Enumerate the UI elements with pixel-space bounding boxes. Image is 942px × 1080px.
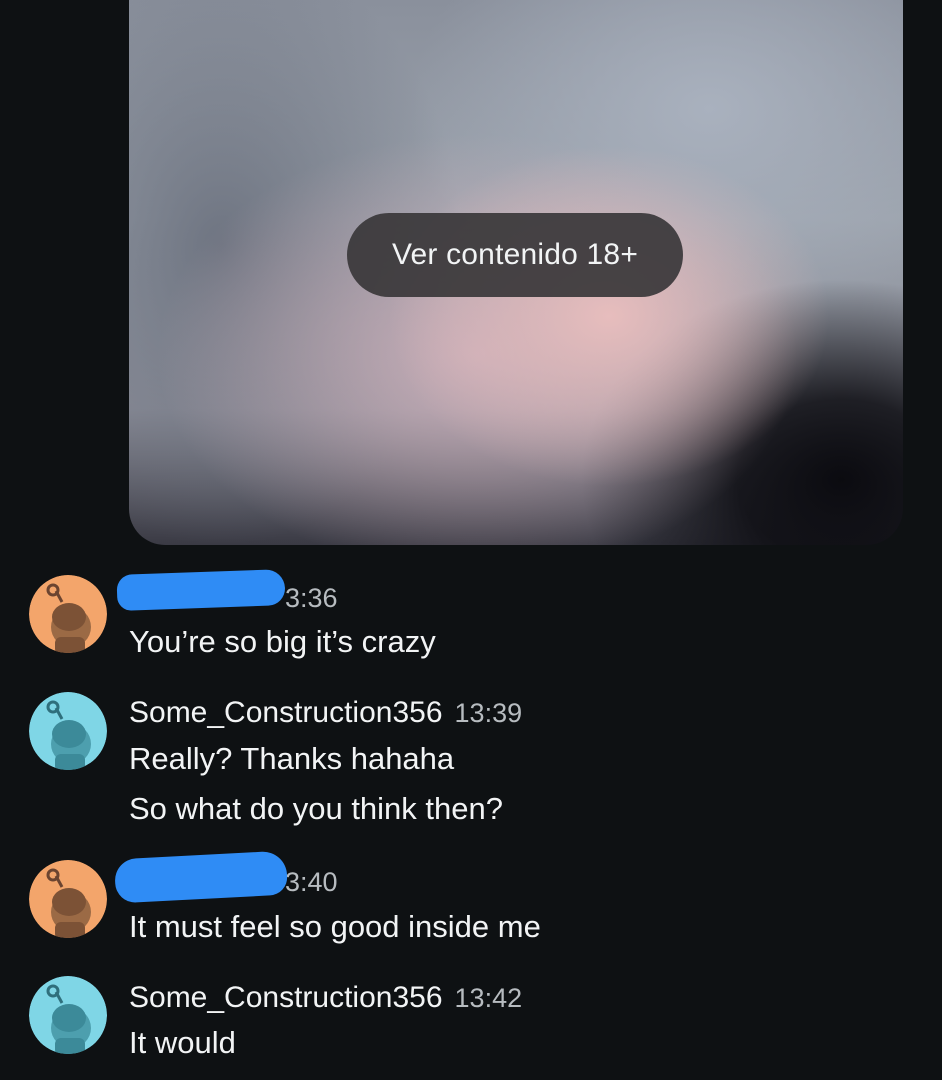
snoo-avatar-icon[interactable] — [29, 976, 107, 1054]
message-text: It must feel so good inside me — [129, 909, 541, 944]
redaction-mark — [116, 569, 286, 611]
snoo-avatar-icon[interactable] — [29, 692, 107, 770]
timestamp: 13:42 — [454, 982, 523, 1013]
message-text: You’re so big it’s crazy — [129, 624, 436, 659]
chat-thread: Ver contenido 18+ 3:36 You’re so big it’… — [0, 0, 942, 1080]
message-text: It would — [129, 1025, 236, 1060]
message-header: Some_Construction356 13:42 — [129, 978, 522, 1018]
username[interactable]: Some_Construction356 — [129, 696, 443, 730]
view-nsfw-content-button[interactable]: Ver contenido 18+ — [347, 213, 683, 297]
blurred-media-attachment[interactable]: Ver contenido 18+ — [129, 0, 903, 545]
message-header: Some_Construction356 13:39 — [129, 693, 522, 733]
redaction-mark — [113, 850, 289, 904]
timestamp: 3:36 — [285, 582, 338, 613]
timestamp: 13:39 — [454, 697, 523, 728]
timestamp: 3:40 — [285, 866, 338, 897]
username[interactable]: Some_Construction356 — [129, 981, 443, 1015]
snoo-avatar-icon[interactable] — [29, 575, 107, 653]
message-text: So what do you think then? — [129, 791, 503, 826]
message-text: Really? Thanks hahaha — [129, 741, 455, 776]
snoo-avatar-icon[interactable] — [29, 860, 107, 938]
